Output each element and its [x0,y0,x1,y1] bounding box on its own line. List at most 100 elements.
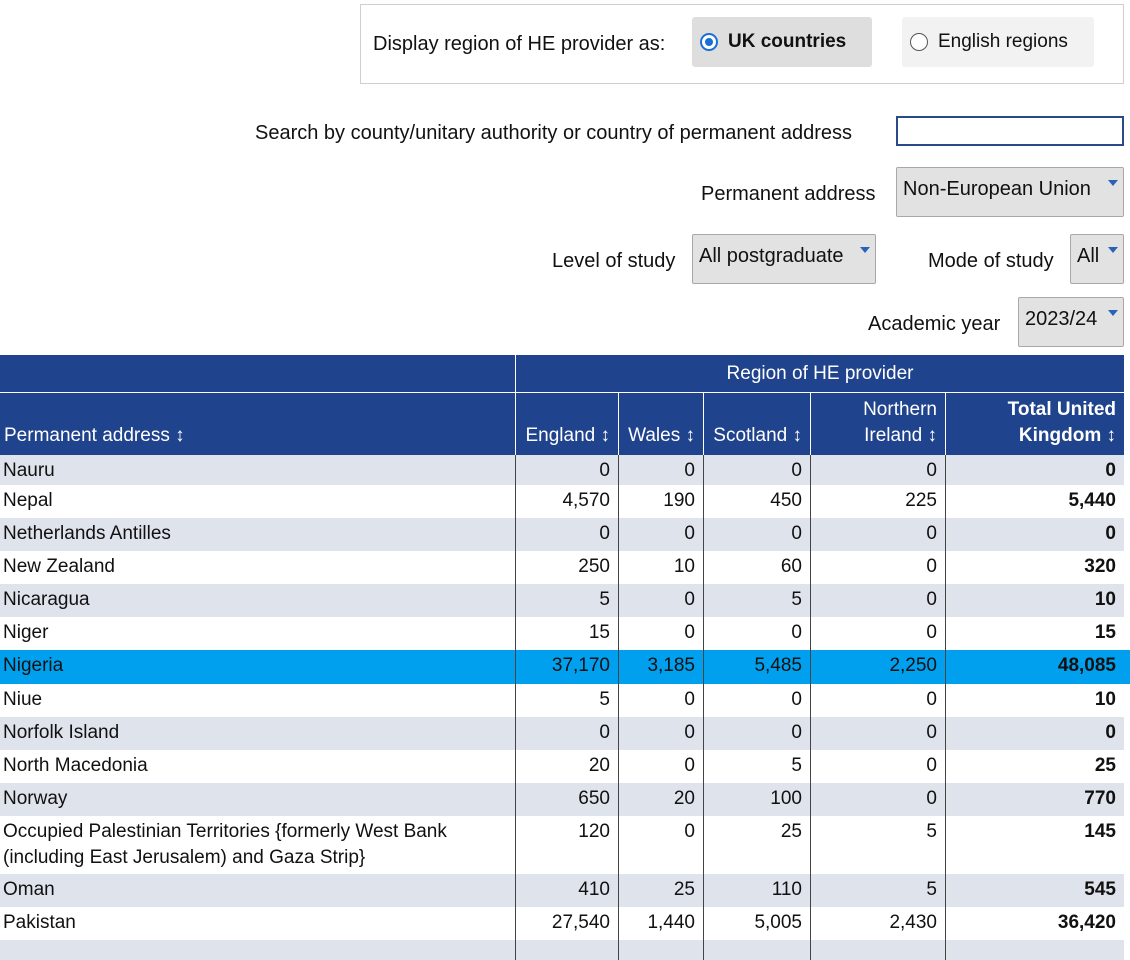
cell-total: 25 [945,750,1124,783]
cell-wales: 1,440 [618,907,703,940]
column-header-northern-ireland[interactable]: Northern Ireland ↕ [810,393,945,455]
cell-name: Norfolk Island [3,722,120,743]
cell-scotland: 450 [703,485,810,518]
table-row[interactable]: Niue 5 0 0 0 10 [0,684,1124,717]
cell-total: 0 [945,455,1124,485]
cell-scotland: 0 [703,455,810,485]
search-label: Search by county/unitary authority or co… [255,122,852,144]
table-row[interactable]: Nepal 4,570 190 450 225 5,440 [0,485,1124,518]
cell-england: 0 [515,717,618,750]
academic-year-select[interactable]: 2023/24 [1018,297,1124,347]
table-row[interactable]: Occupied Palestinian Territories {former… [0,816,1124,874]
level-of-study-value: All postgraduate [699,245,844,267]
table-row[interactable]: Niger 15 0 0 0 15 [0,617,1124,650]
cell-wales: 10 [618,551,703,584]
column-header-permanent-address[interactable]: Permanent address ↕ [0,393,515,455]
table-row[interactable]: North Macedonia 20 0 5 0 25 [0,750,1124,783]
cell-england: 5 [515,684,618,717]
cell-scotland: 60 [703,551,810,584]
column-header-wales[interactable]: Wales ↕ [618,393,703,455]
cell-total: 545 [945,874,1124,907]
table-row[interactable]: Nigeria 37,170 3,185 5,485 2,250 48,085 [0,650,1130,684]
cell-total: 770 [945,783,1124,816]
table-row[interactable]: Pakistan 27,540 1,440 5,005 2,430 36,420 [0,907,1124,940]
table-row[interactable]: Norway 650 20 100 0 770 [0,783,1124,816]
region-toggle-label: Display region of HE provider as: [373,33,666,55]
cell-ni: 0 [810,551,945,584]
permanent-address-label: Permanent address [701,183,876,205]
cell-ni: 2,250 [810,650,945,684]
cell-wales: 20 [618,783,703,816]
cell-scotland: 5 [703,750,810,783]
cell-total: 48,085 [945,650,1124,684]
cell-ni: 0 [810,684,945,717]
cell-ni [810,940,945,960]
search-input[interactable] [896,116,1124,146]
radio-english-regions[interactable]: English regions [902,17,1094,67]
cell-name: Nepal [3,490,53,511]
cell-name: Pakistan [3,912,76,933]
cell-scotland: 0 [703,518,810,551]
table-row[interactable] [0,940,1124,960]
cell-name: Norway [3,788,68,809]
cell-ni: 0 [810,617,945,650]
cell-england: 15 [515,617,618,650]
mode-of-study-value: All [1077,245,1100,267]
cell-scotland: 100 [703,783,810,816]
table-row[interactable]: Norfolk Island 0 0 0 0 0 [0,717,1124,750]
chevron-down-icon [860,247,870,253]
cell-total: 10 [945,584,1124,617]
cell-ni: 0 [810,518,945,551]
table-row[interactable]: Nicaragua 5 0 5 0 10 [0,584,1124,617]
cell-england: 0 [515,455,618,485]
radio-button-icon[interactable] [910,33,928,51]
cell-ni: 0 [810,750,945,783]
region-toggle-panel: Display region of HE provider as: UK cou… [360,4,1124,84]
radio-button-icon[interactable] [700,33,718,51]
cell-england: 27,540 [515,907,618,940]
cell-scotland: 5 [703,584,810,617]
table-row[interactable]: Nauru 0 0 0 0 0 [0,455,1124,485]
cell-scotland: 0 [703,684,810,717]
cell-total: 5,440 [945,485,1124,518]
cell-wales: 0 [618,750,703,783]
cell-england: 37,170 [515,650,618,684]
cell-name: North Macedonia [3,755,148,776]
cell-total: 145 [945,816,1124,874]
cell-ni: 0 [810,783,945,816]
cell-name: Oman [3,879,55,900]
cell-wales: 0 [618,455,703,485]
table-column-headers: Permanent address ↕ England ↕ Wales ↕ Sc… [0,393,1124,455]
cell-scotland: 0 [703,617,810,650]
cell-wales [618,940,703,960]
cell-england [515,940,618,960]
cell-name: Occupied Palestinian Territories {former… [3,821,447,868]
column-header-total-uk[interactable]: Total United Kingdom ↕ [945,393,1124,455]
cell-ni: 225 [810,485,945,518]
cell-total: 0 [945,518,1124,551]
cell-wales: 0 [618,816,703,874]
permanent-address-select[interactable]: Non-European Union [896,167,1124,217]
radio-uk-countries[interactable]: UK countries [692,17,872,67]
mode-of-study-select[interactable]: All [1070,234,1124,284]
cell-wales: 0 [618,518,703,551]
cell-scotland: 0 [703,717,810,750]
cell-total: 0 [945,717,1124,750]
cell-total [945,940,1124,960]
table-row[interactable]: Oman 410 25 110 5 545 [0,874,1124,907]
table-row[interactable]: New Zealand 250 10 60 0 320 [0,551,1124,584]
level-of-study-select[interactable]: All postgraduate [692,234,876,284]
level-of-study-label: Level of study [552,250,676,272]
cell-ni: 0 [810,584,945,617]
cell-scotland: 5,485 [703,650,810,684]
cell-england: 5 [515,584,618,617]
column-header-england[interactable]: England ↕ [515,393,618,455]
cell-scotland: 5,005 [703,907,810,940]
table-group-header: Region of HE provider [0,355,1124,392]
cell-england: 120 [515,816,618,874]
permanent-address-value: Non-European Union [903,178,1091,200]
cell-name: Niue [3,689,43,710]
chevron-down-icon [1108,310,1118,316]
table-row[interactable]: Netherlands Antilles 0 0 0 0 0 [0,518,1124,551]
column-header-scotland[interactable]: Scotland ↕ [703,393,810,455]
